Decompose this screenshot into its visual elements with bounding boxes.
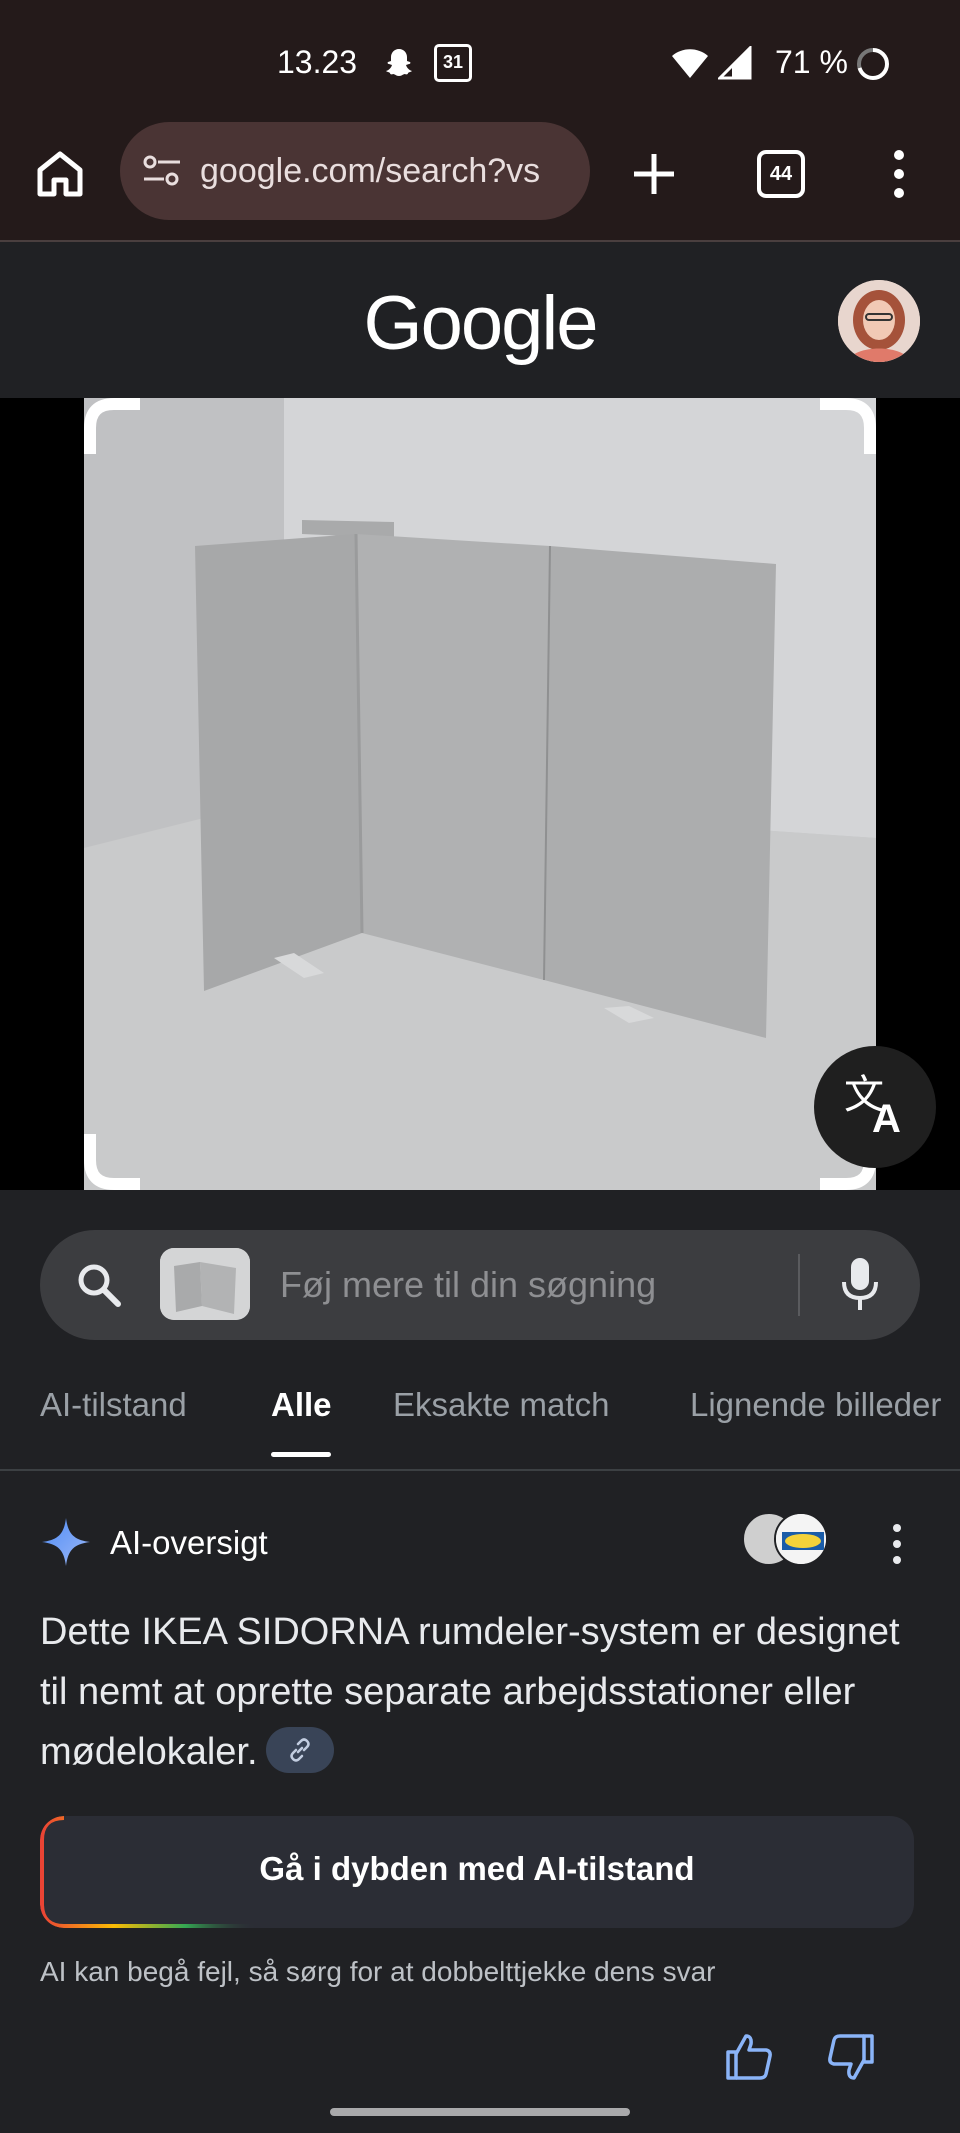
source-link-chip[interactable] <box>265 1726 334 1773</box>
status-time: 13.23 <box>277 44 358 80</box>
snapchat-icon <box>386 49 412 76</box>
translate-button[interactable]: 文 A <box>814 1046 936 1168</box>
google-header: Google <box>0 244 960 398</box>
divider <box>0 1469 960 1471</box>
link-icon <box>289 1738 310 1762</box>
status-bar: 13.23 31 71 % <box>0 0 960 118</box>
tune-icon[interactable] <box>142 154 182 188</box>
tabs-icon[interactable]: 44 <box>757 150 805 198</box>
source-avatar[interactable] <box>774 1512 828 1566</box>
plus-icon[interactable] <box>630 150 678 198</box>
ai-disclaimer: AI kan begå fejl, så sørg for at dobbelt… <box>40 1956 716 1987</box>
signal-icon <box>718 46 752 80</box>
crop-frame[interactable] <box>84 398 876 1190</box>
ai-source-avatars[interactable] <box>742 1512 832 1568</box>
tab-all[interactable]: Alle <box>271 1386 332 1424</box>
calendar-icon: 31 <box>434 44 472 82</box>
more-vert-icon[interactable] <box>884 148 914 200</box>
ai-mode-button-label: Gå i dybden med AI-tilstand <box>259 1850 695 1887</box>
url-bar[interactable]: google.com/search?vs <box>120 122 590 220</box>
thumb-down-icon[interactable] <box>826 2032 876 2082</box>
ai-overview-title: AI-oversigt <box>110 1524 268 1561</box>
tab-exact-match[interactable]: Eksakte match <box>393 1386 609 1424</box>
home-icon[interactable] <box>32 146 88 202</box>
tab-count: 44 <box>769 163 793 185</box>
search-tabs: AI-tilstand Alle Eksakte match Lignende … <box>0 1386 960 1466</box>
search-section: Føj mere til din søgning AI-tilstand All… <box>0 1190 960 1471</box>
ai-overview-text: Dette IKEA SIDORNA rumdeler-system er de… <box>40 1602 920 1782</box>
svg-text:A: A <box>872 1097 901 1141</box>
avatar[interactable] <box>838 280 920 362</box>
mic-icon[interactable] <box>840 1256 880 1312</box>
search-divider <box>798 1254 800 1316</box>
thumb-up-icon[interactable] <box>724 2032 774 2082</box>
battery-percent: 71 % <box>775 44 848 80</box>
search-icon <box>78 1264 121 1307</box>
tab-ai-mode[interactable]: AI-tilstand <box>40 1386 187 1424</box>
battery-icon <box>857 48 889 80</box>
wifi-icon <box>672 49 708 78</box>
active-tab-indicator <box>271 1452 331 1457</box>
google-logo[interactable]: Google <box>0 280 960 367</box>
search-image-thumbnail[interactable] <box>160 1248 250 1320</box>
ai-mode-button[interactable]: Gå i dybden med AI-tilstand <box>40 1816 914 1928</box>
url-text[interactable]: google.com/search?vs <box>200 152 578 191</box>
lens-image-area: 文 A <box>0 398 960 1190</box>
calendar-day: 31 <box>442 52 464 72</box>
translate-icon: 文 A <box>844 1073 901 1141</box>
search-input[interactable]: Føj mere til din søgning <box>280 1264 656 1306</box>
ai-overview: AI-oversigt Dette IKEA SIDORNA rumdeler-… <box>0 1472 960 2133</box>
browser-toolbar: google.com/search?vs 44 <box>0 118 960 242</box>
search-box[interactable]: Føj mere til din søgning <box>40 1230 920 1340</box>
more-vert-icon[interactable] <box>882 1522 912 1566</box>
sparkle-icon <box>42 1518 90 1566</box>
home-indicator[interactable] <box>330 2108 630 2116</box>
tab-similar-images[interactable]: Lignende billeder <box>690 1386 941 1424</box>
ai-overview-body: Dette IKEA SIDORNA rumdeler-system er de… <box>40 1611 900 1773</box>
